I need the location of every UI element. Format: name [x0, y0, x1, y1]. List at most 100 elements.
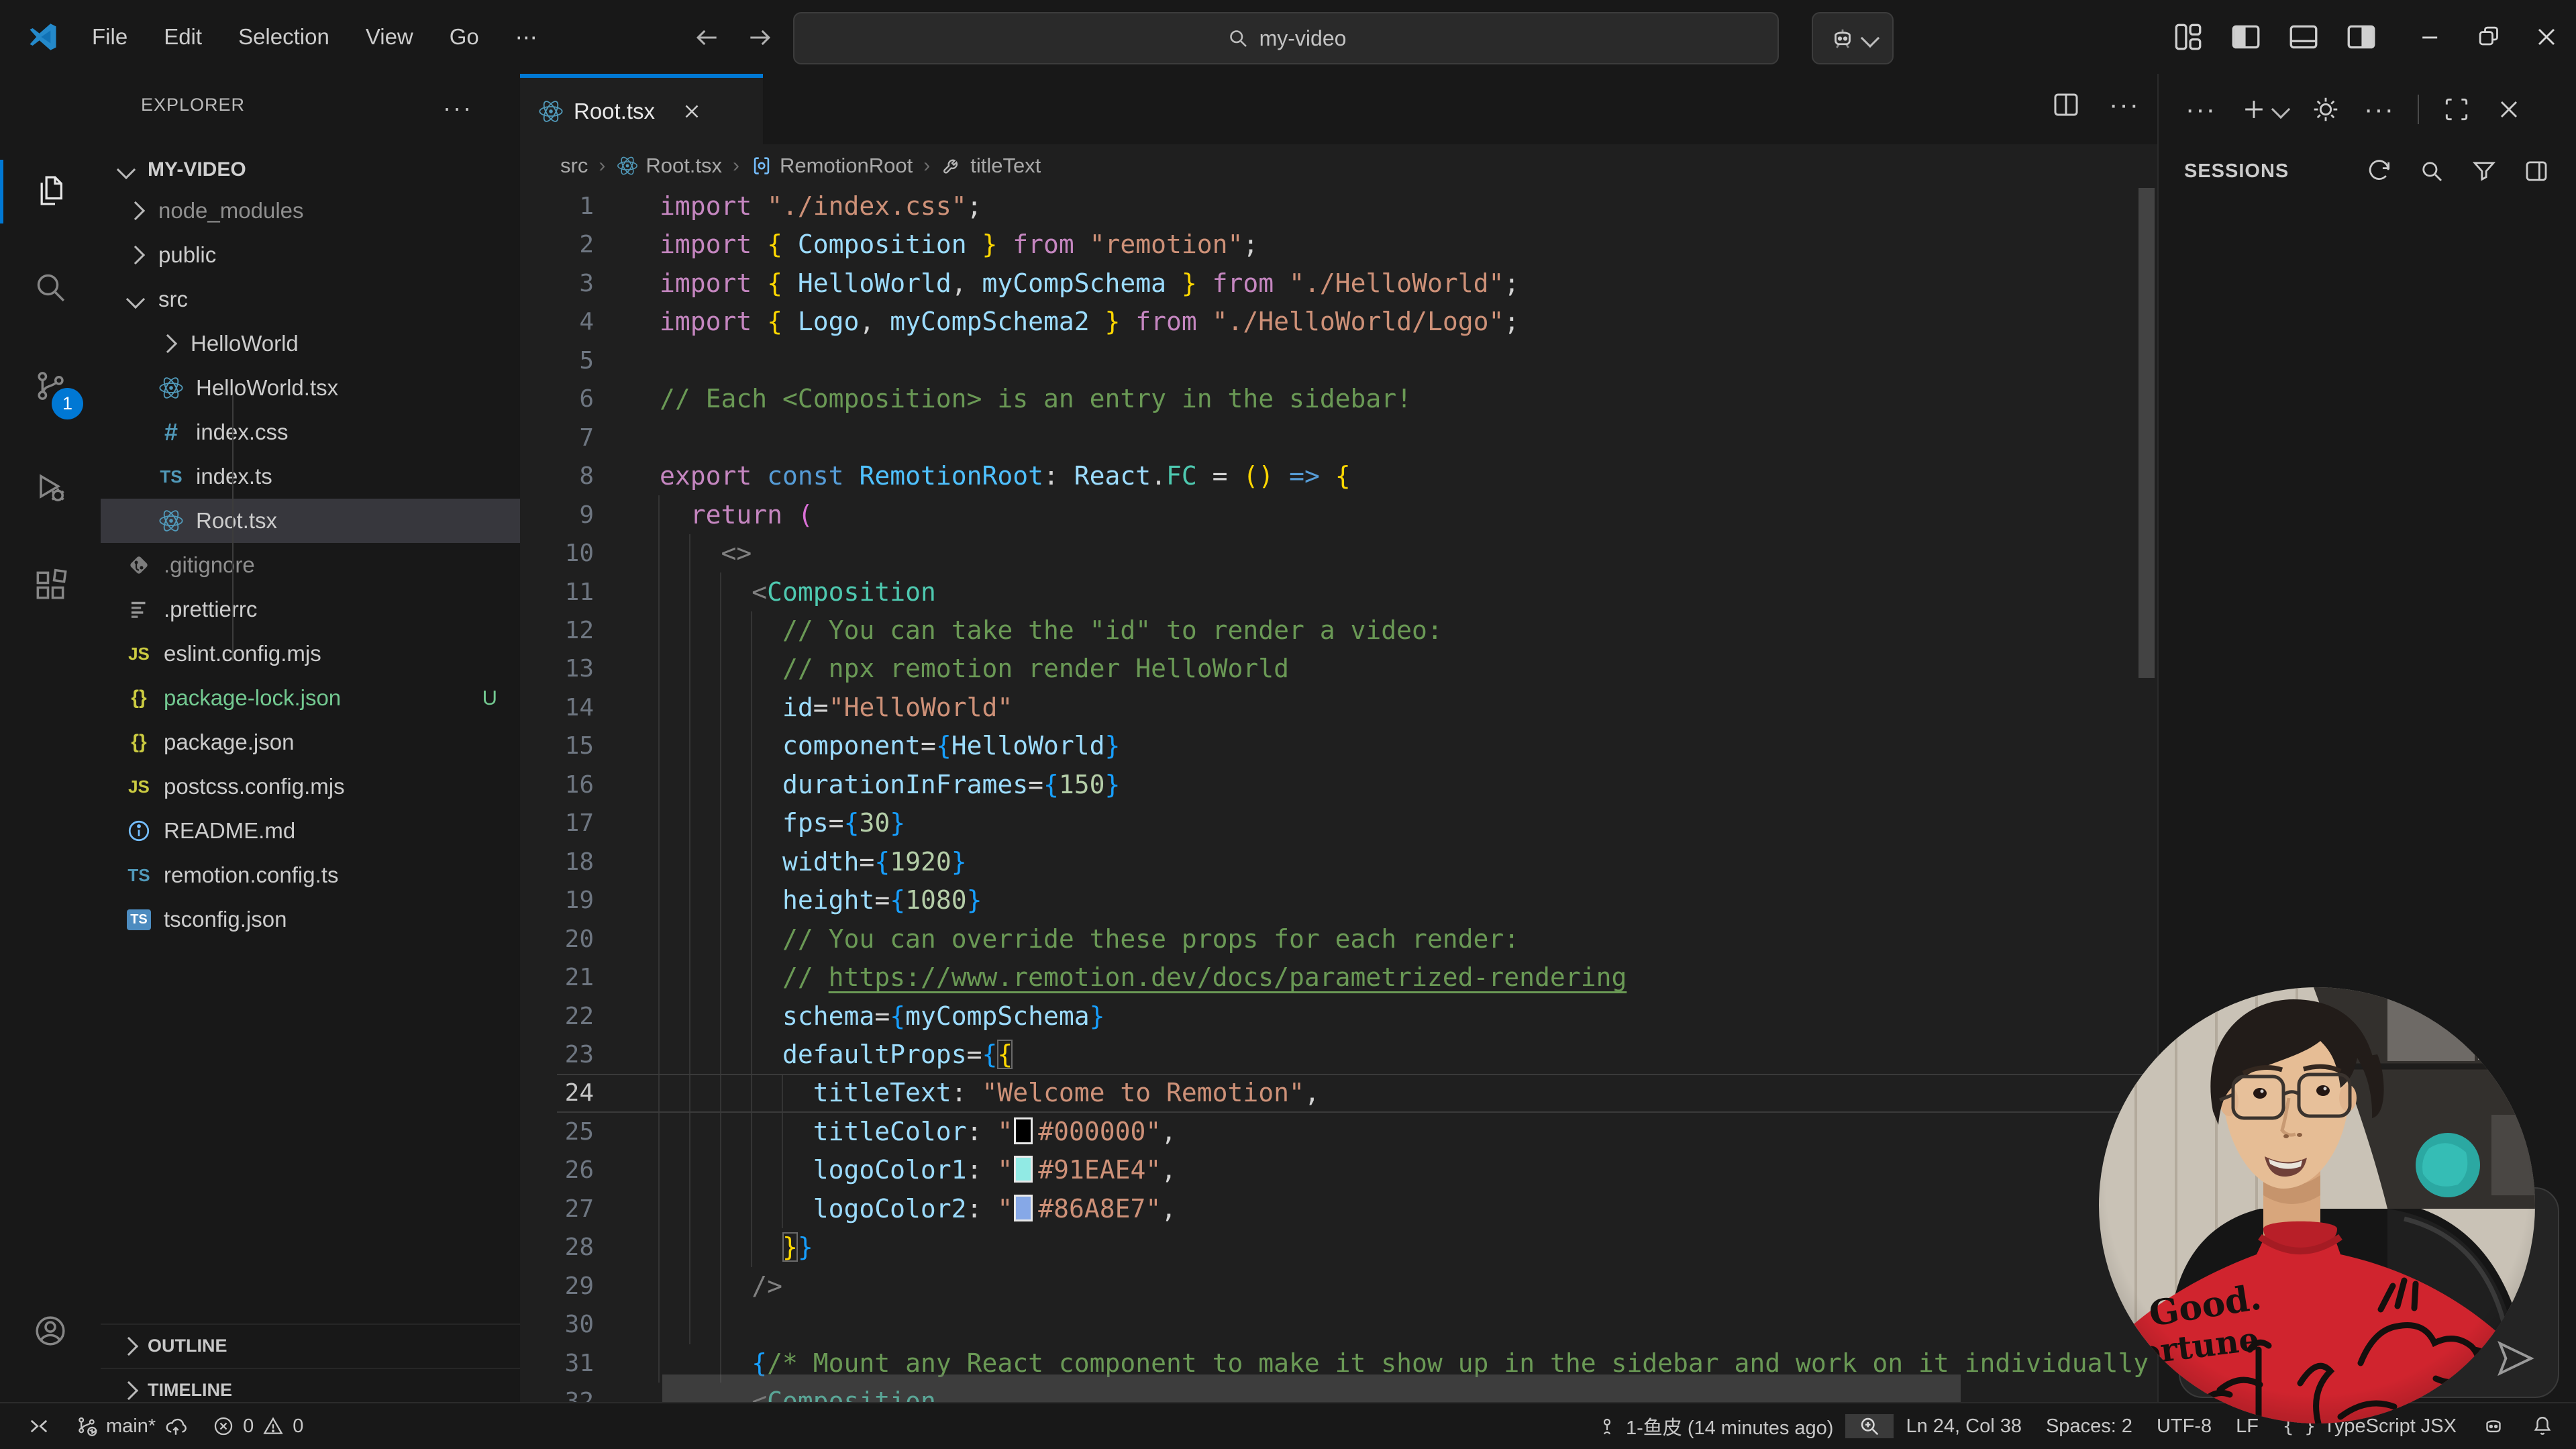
- code-line-19[interactable]: height={1080}: [660, 881, 2156, 919]
- window-close-icon[interactable]: [2528, 18, 2565, 56]
- problems-status[interactable]: 0 0: [200, 1415, 315, 1438]
- account-icon[interactable]: [32, 1312, 69, 1350]
- tree-item--prettierrc[interactable]: .prettierrc: [101, 587, 520, 632]
- color-swatch[interactable]: [1014, 1156, 1033, 1183]
- code-line-28[interactable]: }}: [660, 1228, 2156, 1266]
- panel-overflow-icon[interactable]: ···: [2364, 103, 2395, 116]
- breadcrumb-src[interactable]: src: [560, 154, 588, 178]
- search-view-icon[interactable]: [32, 268, 69, 306]
- command-center-search[interactable]: my-video: [793, 12, 1779, 64]
- code-line-5[interactable]: [660, 342, 2156, 380]
- copilot-button[interactable]: [1812, 12, 1894, 64]
- code-line-12[interactable]: // You can take the "id" to render a vid…: [660, 611, 2156, 650]
- explorer-icon[interactable]: [32, 172, 69, 209]
- panel-more-icon[interactable]: ···: [2185, 103, 2216, 116]
- tree-item-postcss-config-mjs[interactable]: JSpostcss.config.mjs: [101, 764, 520, 809]
- menu-view[interactable]: View: [348, 24, 431, 50]
- code-line-8[interactable]: export const RemotionRoot: React.FC = ()…: [660, 457, 2156, 495]
- tree-item-package-lock-json[interactable]: {}package-lock.jsonU: [101, 676, 520, 720]
- menu-file[interactable]: File: [74, 24, 146, 50]
- menu-go[interactable]: Go: [431, 24, 497, 50]
- tree-item-public[interactable]: public: [101, 233, 520, 277]
- horizontal-scrollbar[interactable]: [662, 1375, 1961, 1402]
- window-restore-icon[interactable]: [2470, 18, 2508, 56]
- new-session-button[interactable]: [2239, 95, 2287, 124]
- tree-item-tsconfig-json[interactable]: TStsconfig.json: [101, 897, 520, 942]
- color-swatch[interactable]: [1014, 1117, 1033, 1144]
- menu-selection[interactable]: Selection: [220, 24, 348, 50]
- code-line-20[interactable]: // You can override these props for each…: [660, 920, 2156, 958]
- close-panel-icon[interactable]: [2494, 95, 2524, 124]
- vertical-scrollbar[interactable]: [2139, 188, 2155, 678]
- notifications-status[interactable]: [2518, 1414, 2567, 1438]
- refresh-icon[interactable]: [2365, 157, 2393, 185]
- code-line-23[interactable]: defaultProps={{: [660, 1036, 2156, 1074]
- code-line-13[interactable]: // npx remotion render HelloWorld: [660, 650, 2156, 688]
- tree-item-index-ts[interactable]: TSindex.ts: [101, 454, 520, 499]
- eol-status[interactable]: LF: [2224, 1415, 2271, 1438]
- send-button[interactable]: [2491, 1336, 2538, 1383]
- code-line-29[interactable]: />: [660, 1267, 2156, 1305]
- indentation-status[interactable]: Spaces: 2: [2034, 1415, 2145, 1438]
- code-line-10[interactable]: <>: [660, 534, 2156, 572]
- code-line-21[interactable]: // https://www.remotion.dev/docs/paramet…: [660, 958, 2156, 997]
- outline-section[interactable]: OUTLINE: [101, 1323, 520, 1367]
- explorer-more-icon[interactable]: ···: [443, 94, 473, 122]
- code-line-6[interactable]: // Each <Composition> is an entry in the…: [660, 380, 2156, 418]
- code-line-1[interactable]: import "./index.css";: [660, 187, 2156, 226]
- code-line-18[interactable]: width={1920}: [660, 843, 2156, 881]
- toggle-primary-sidebar-icon[interactable]: [2227, 18, 2265, 56]
- code-line-2[interactable]: import { Composition } from "remotion";: [660, 226, 2156, 264]
- tree-item-package-json[interactable]: {}package.json: [101, 720, 520, 764]
- code-line-17[interactable]: fps={30}: [660, 804, 2156, 842]
- code-line-7[interactable]: [660, 419, 2156, 457]
- nav-forward-icon[interactable]: [745, 23, 775, 52]
- filter-icon[interactable]: [2470, 157, 2498, 185]
- code-line-9[interactable]: return (: [660, 496, 2156, 534]
- menu-more[interactable]: ⋯: [497, 24, 556, 50]
- menu-edit[interactable]: Edit: [146, 24, 220, 50]
- split-panel-icon[interactable]: [2522, 157, 2551, 185]
- tree-item-helloworld-tsx[interactable]: HelloWorld.tsx: [101, 366, 520, 410]
- code-line-30[interactable]: [660, 1305, 2156, 1344]
- tree-item-eslint-config-mjs[interactable]: JSeslint.config.mjs: [101, 632, 520, 676]
- encoding-status[interactable]: UTF-8: [2145, 1415, 2224, 1438]
- code-line-22[interactable]: schema={myCompSchema}: [660, 997, 2156, 1036]
- code-line-15[interactable]: component={HelloWorld}: [660, 727, 2156, 765]
- code-line-3[interactable]: import { HelloWorld, myCompSchema } from…: [660, 264, 2156, 303]
- code-line-14[interactable]: id="HelloWorld": [660, 689, 2156, 727]
- tree-item-root-tsx[interactable]: Root.tsx: [101, 499, 520, 543]
- tree-item-helloworld[interactable]: HelloWorld: [101, 321, 520, 366]
- extensions-icon[interactable]: [32, 566, 69, 604]
- git-blame-status[interactable]: 1-鱼皮 (14 minutes ago): [1584, 1412, 1845, 1440]
- zoom-status[interactable]: [1845, 1414, 1894, 1438]
- tree-item-remotion-config-ts[interactable]: TSremotion.config.ts: [101, 853, 520, 897]
- code-line-25[interactable]: titleColor: "#000000",: [660, 1113, 2156, 1151]
- breadcrumb-root-tsx[interactable]: Root.tsx: [616, 154, 722, 178]
- breadcrumb-titletext[interactable]: titleText: [941, 154, 1041, 178]
- code-line-16[interactable]: durationInFrames={150}: [660, 766, 2156, 804]
- breadcrumb-remotionroot[interactable]: RemotionRoot: [750, 154, 913, 178]
- remote-indicator[interactable]: [15, 1414, 63, 1438]
- tree-item-index-css[interactable]: #index.css: [101, 410, 520, 454]
- tab-close-icon[interactable]: [680, 100, 703, 123]
- cursor-position-status[interactable]: Ln 24, Col 38: [1894, 1415, 2034, 1438]
- panel-settings-gear-icon[interactable]: [2310, 94, 2341, 125]
- code-line-11[interactable]: <Composition: [660, 573, 2156, 611]
- code-line-27[interactable]: logoColor2: "#86A8E7",: [660, 1190, 2156, 1228]
- copilot-status[interactable]: [2469, 1413, 2518, 1439]
- run-debug-icon[interactable]: [32, 469, 69, 507]
- toggle-panel-icon[interactable]: [2285, 18, 2322, 56]
- customize-layout-icon[interactable]: [2169, 18, 2207, 56]
- tree-item-readme-md[interactable]: README.md: [101, 809, 520, 853]
- code-line-24[interactable]: titleText: "Welcome to Remotion",: [660, 1074, 2156, 1112]
- split-editor-icon[interactable]: [2050, 89, 2082, 121]
- tree-item-src[interactable]: src: [101, 277, 520, 321]
- tab-root-tsx[interactable]: Root.tsx: [520, 74, 763, 144]
- code-line-26[interactable]: logoColor1: "#91EAE4",: [660, 1151, 2156, 1189]
- window-minimize-icon[interactable]: [2412, 18, 2450, 56]
- search-sessions-icon[interactable]: [2418, 157, 2446, 185]
- tree-item-node-modules[interactable]: node_modules: [101, 189, 520, 233]
- git-branch-status[interactable]: main*: [63, 1414, 200, 1438]
- nav-back-icon[interactable]: [692, 23, 721, 52]
